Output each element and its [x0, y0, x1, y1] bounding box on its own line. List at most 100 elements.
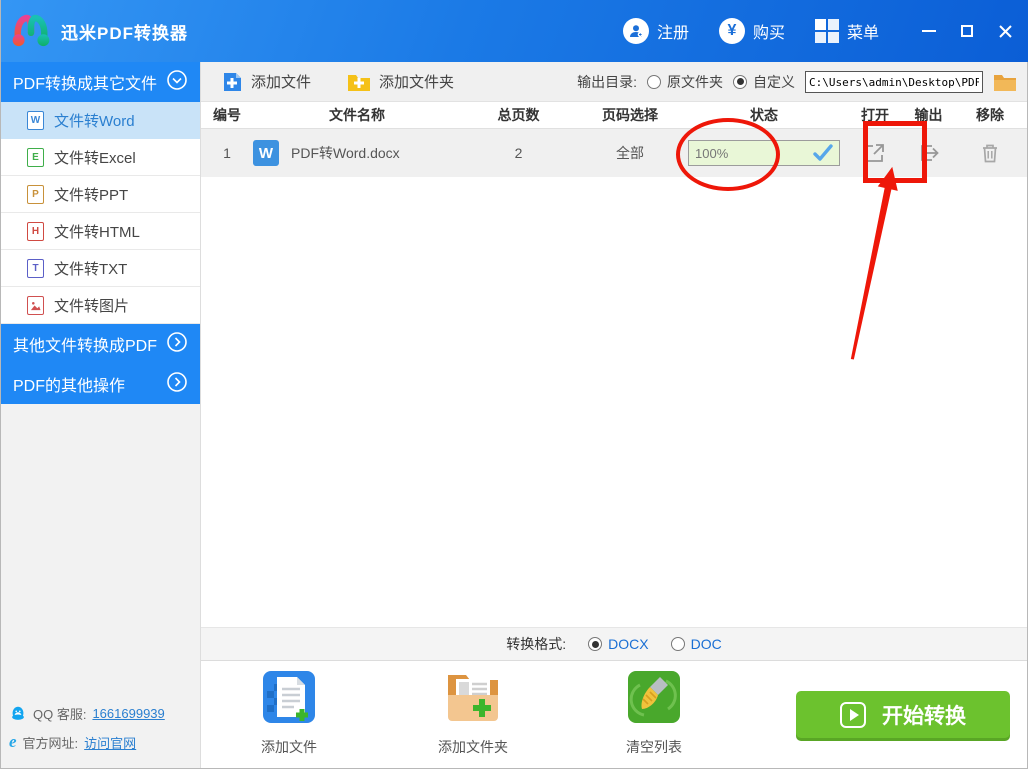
start-convert-button[interactable]: 开始转换 — [796, 691, 1010, 738]
row-pages: 2 — [514, 145, 523, 161]
format-label: 转换格式: — [506, 636, 567, 652]
support-links: QQ 客服: 1661699939 e 官方网址: 访问官网 — [1, 695, 200, 768]
sidebar-item-label: 文件转Word — [54, 112, 135, 130]
menu-button[interactable]: 菜单 — [814, 19, 879, 43]
site-label: 官方网址: — [22, 735, 79, 751]
top-toolbar: 添加文件 添加文件夹 输出目录: 原文件夹 自定义 — [201, 62, 1027, 102]
sidebar-item-word[interactable]: W 文件转Word — [1, 102, 200, 139]
radio-icon — [670, 637, 685, 651]
word-doc-icon: W — [253, 140, 279, 166]
register-button[interactable]: 注册 — [622, 18, 689, 44]
format-bar: 转换格式: DOCX DOC — [201, 627, 1027, 661]
qq-number-link[interactable]: 1661699939 — [92, 706, 164, 721]
sidebar-item-label: 文件转PPT — [54, 186, 129, 204]
radio-icon — [647, 74, 661, 89]
row-filename: PDF转Word.docx — [291, 145, 400, 161]
table-row[interactable]: 1 W PDF转Word.docx 2 全部 100% — [201, 129, 1027, 177]
add-folder-icon — [348, 74, 371, 91]
trash-icon — [983, 144, 997, 163]
radio-custom-folder[interactable]: 自定义 — [733, 72, 795, 92]
progress-percent: 100% — [695, 145, 729, 161]
sidebar-item-label: 文件转Excel — [54, 149, 136, 167]
open-output-button[interactable] — [916, 140, 942, 166]
bottom-panel: 添加文件 添加文件夹 清空列表 开始转换 — [201, 661, 1027, 768]
sidebar-item-ppt[interactable]: P 文件转PPT — [1, 176, 200, 213]
docx-label: DOCX — [608, 636, 649, 652]
open-file-button[interactable] — [862, 140, 888, 166]
word-file-icon: W — [27, 110, 44, 130]
sidebar-item-image[interactable]: 文件转图片 — [1, 287, 200, 324]
add-folder-label: 添加文件夹 — [379, 74, 455, 91]
row-number: 1 — [223, 145, 231, 161]
app-title: 迅米PDF转换器 — [61, 23, 188, 43]
output-path-input[interactable] — [805, 70, 983, 93]
radio-custom-label: 自定义 — [753, 73, 795, 90]
maximize-icon[interactable] — [959, 23, 975, 39]
chevron-right-circle-icon — [166, 371, 188, 398]
add-folder-button[interactable]: 添加文件夹 — [347, 71, 454, 92]
start-convert-label: 开始转换 — [882, 704, 966, 728]
add-file-label: 添加文件 — [251, 74, 312, 91]
table-header: 编号 文件名称 总页数 页码选择 状态 打开 输出 移除 — [201, 102, 1027, 129]
sidebar-item-excel[interactable]: E 文件转Excel — [1, 139, 200, 176]
add-file-button[interactable]: 添加文件 — [223, 71, 311, 93]
output-folder-icon — [920, 145, 939, 161]
bottom-add-folder-label: 添加文件夹 — [438, 739, 508, 755]
clear-list-label: 清空列表 — [626, 739, 682, 755]
radio-original-label: 原文件夹 — [667, 73, 723, 90]
bottom-add-file-button[interactable]: 添加文件 — [244, 669, 334, 757]
section-label: 其他文件转换成PDF — [13, 338, 158, 355]
radio-original-folder[interactable]: 原文件夹 — [647, 72, 723, 92]
sidebar-item-label: 文件转TXT — [54, 260, 128, 278]
clear-list-icon — [628, 671, 680, 723]
col-pagerange: 页码选择 — [602, 107, 658, 123]
sidebar-section-other-to-pdf[interactable]: 其他文件转换成PDF — [1, 324, 200, 364]
row-pagerange[interactable]: 全部 — [576, 143, 684, 163]
col-remove: 移除 — [976, 107, 1004, 123]
image-file-icon — [27, 295, 44, 315]
close-icon[interactable] — [997, 23, 1013, 39]
check-icon — [813, 144, 833, 161]
col-status: 状态 — [750, 107, 778, 123]
buy-button[interactable]: ¥ 购买 — [718, 18, 785, 44]
sidebar: PDF转换成其它文件 W 文件转Word E 文件转Excel P 文件转PPT… — [1, 62, 201, 768]
add-file-big-icon — [263, 671, 315, 723]
qq-support-row: QQ 客服: 1661699939 — [9, 704, 200, 723]
browse-folder-icon[interactable] — [993, 72, 1017, 92]
sidebar-item-html[interactable]: H 文件转HTML — [1, 213, 200, 250]
sidebar-section-pdf-ops[interactable]: PDF的其他操作 — [1, 364, 200, 404]
remove-row-button[interactable] — [977, 140, 1003, 166]
add-file-icon — [224, 72, 241, 91]
col-open: 打开 — [861, 107, 889, 123]
section-label: PDF转换成其它文件 — [13, 76, 158, 93]
col-output: 输出 — [914, 107, 943, 123]
site-support-row: e 官方网址: 访问官网 — [9, 732, 200, 752]
sidebar-filler — [1, 404, 200, 695]
qq-icon — [12, 706, 24, 720]
col-pages: 总页数 — [497, 107, 540, 123]
official-site-link[interactable]: 访问官网 — [84, 733, 136, 752]
add-folder-big-icon — [448, 675, 498, 721]
sidebar-section-pdf-to-other[interactable]: PDF转换成其它文件 — [1, 62, 200, 102]
ppt-file-icon: P — [27, 184, 44, 204]
window-controls — [921, 23, 1013, 39]
sidebar-item-txt[interactable]: T 文件转TXT — [1, 250, 200, 287]
excel-file-icon: E — [27, 147, 44, 167]
txt-file-icon: T — [27, 258, 44, 278]
external-link-icon — [866, 144, 884, 162]
person-circle-icon — [622, 18, 649, 44]
app-window: { "app": { "title": "迅米PDF转换器" }, "title… — [0, 0, 1028, 769]
sidebar-item-label: 文件转HTML — [54, 223, 140, 241]
clear-list-button[interactable]: 清空列表 — [609, 669, 699, 757]
chevron-right-circle-icon — [166, 331, 188, 358]
minimize-icon[interactable] — [921, 23, 937, 39]
section-label: PDF的其他操作 — [13, 378, 126, 395]
doc-label: DOC — [690, 636, 722, 652]
qq-label: QQ 客服: — [33, 707, 87, 722]
bottom-add-file-label: 添加文件 — [261, 739, 317, 755]
bottom-add-folder-button[interactable]: 添加文件夹 — [428, 669, 518, 757]
radio-docx[interactable]: DOCX — [588, 636, 649, 652]
app-logo-icon — [12, 14, 50, 47]
output-dir-label: 输出目录: — [577, 73, 637, 90]
radio-doc[interactable]: DOC — [670, 636, 722, 652]
